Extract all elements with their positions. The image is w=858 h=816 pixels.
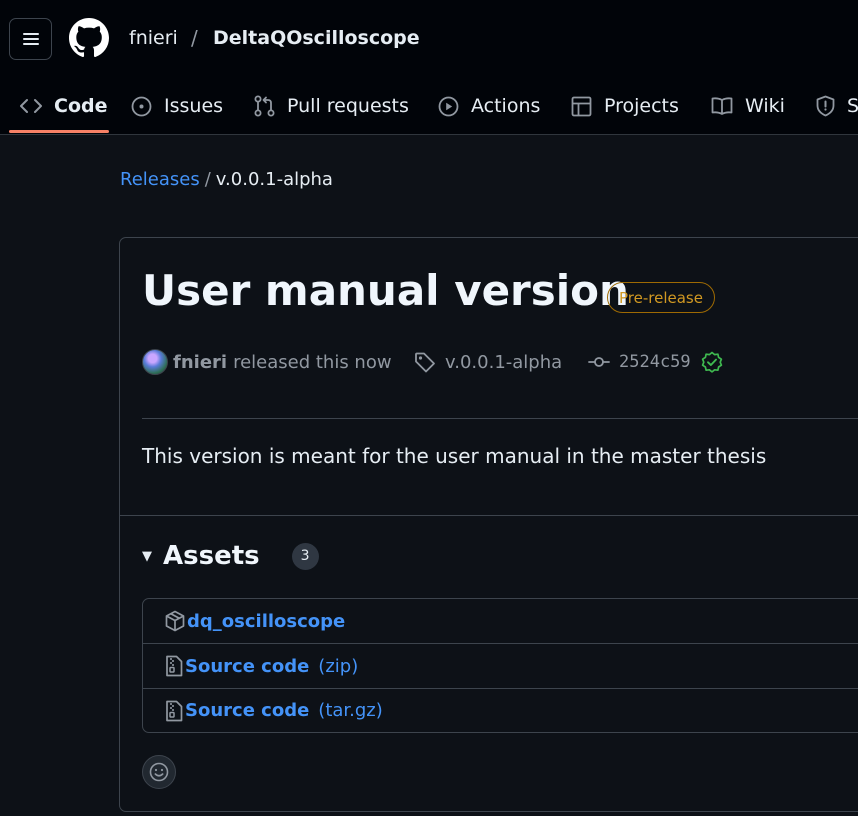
tab-projects-label: Projects [604, 95, 679, 117]
release-author-line: fnieri released this now [173, 347, 392, 377]
tab-code-label: Code [54, 95, 108, 117]
package-icon [165, 610, 185, 632]
smiley-icon [149, 762, 169, 782]
table-icon [571, 96, 592, 116]
tab-security-label: S [847, 95, 858, 117]
triangle-down-icon: ▼ [142, 548, 152, 564]
release-notes: This version is meant for the user manua… [142, 444, 767, 468]
play-icon [438, 96, 459, 116]
commit-sha: 2524c59 [619, 352, 691, 372]
avatar[interactable] [142, 349, 168, 375]
file-zip-icon [166, 655, 183, 677]
tab-security[interactable]: S [816, 78, 858, 134]
asset-row[interactable]: Source code (zip) [143, 643, 858, 688]
menu-button[interactable] [9, 18, 52, 60]
commit-icon [588, 357, 610, 367]
asset-link[interactable]: Source code [185, 700, 309, 721]
assets-count-badge: 3 [291, 542, 319, 570]
breadcrumb: Releases / v.0.0.1-alpha [120, 169, 333, 190]
asset-row[interactable]: Source code (tar.gz) [143, 688, 858, 732]
asset-ext: (zip) [318, 655, 359, 677]
tab-wiki[interactable]: Wiki [711, 78, 785, 134]
breadcrumb-separator: / [204, 169, 211, 190]
tab-projects[interactable]: Projects [571, 78, 679, 134]
add-reaction-button[interactable] [142, 755, 176, 789]
shield-icon [816, 95, 835, 117]
release-title: User manual version [142, 266, 629, 315]
release-tag-label: v.0.0.1-alpha [445, 351, 563, 373]
asset-link[interactable]: Source code [185, 656, 309, 677]
released-text: released this now [233, 351, 392, 373]
tab-code[interactable]: Code [20, 78, 107, 134]
repo-nav-tabs: Code Issues Pull requests Actions Projec… [0, 78, 858, 134]
breadcrumb-releases-link[interactable]: Releases [120, 169, 200, 190]
active-tab-indicator [9, 130, 109, 133]
tab-wiki-label: Wiki [745, 95, 785, 117]
verified-icon[interactable] [701, 351, 723, 373]
repo-owner-link[interactable]: fnieri [129, 27, 178, 49]
assets-heading: Assets [163, 541, 260, 571]
tab-pull-requests-label: Pull requests [287, 95, 409, 117]
assets-list: dq_oscilloscope Source code (zip) Source… [142, 598, 858, 733]
book-icon [711, 97, 733, 115]
tab-issues[interactable]: Issues [131, 78, 223, 134]
asset-link[interactable]: dq_oscilloscope [187, 611, 345, 632]
path-separator: / [191, 26, 198, 50]
repo-name-link[interactable]: DeltaQOscilloscope [213, 27, 420, 49]
tab-actions-label: Actions [471, 95, 541, 117]
release-tag[interactable]: v.0.0.1-alpha [414, 347, 562, 377]
assets-divider [120, 515, 858, 516]
meta-divider [142, 418, 858, 419]
asset-row[interactable]: dq_oscilloscope [143, 599, 858, 643]
release-author-link[interactable]: fnieri [173, 352, 227, 373]
tab-pull-requests[interactable]: Pull requests [254, 78, 409, 134]
tag-icon [415, 352, 435, 373]
code-icon [20, 99, 42, 113]
hamburger-icon [22, 33, 39, 45]
tab-actions[interactable]: Actions [438, 78, 540, 134]
breadcrumb-current: v.0.0.1-alpha [215, 169, 333, 190]
pull-request-icon [254, 95, 275, 117]
tab-issues-label: Issues [164, 95, 224, 117]
file-zip-icon [166, 700, 183, 721]
asset-ext: (tar.gz) [318, 700, 383, 721]
assets-toggle[interactable]: ▼ Assets 3 [142, 541, 319, 571]
github-logo-icon[interactable] [69, 18, 109, 58]
prerelease-badge: Pre-release [607, 282, 715, 313]
app-header: fnieri / DeltaQOscilloscope Code Issues … [0, 0, 858, 135]
issue-icon [131, 96, 152, 116]
release-commit[interactable]: 2524c59 [588, 347, 723, 377]
